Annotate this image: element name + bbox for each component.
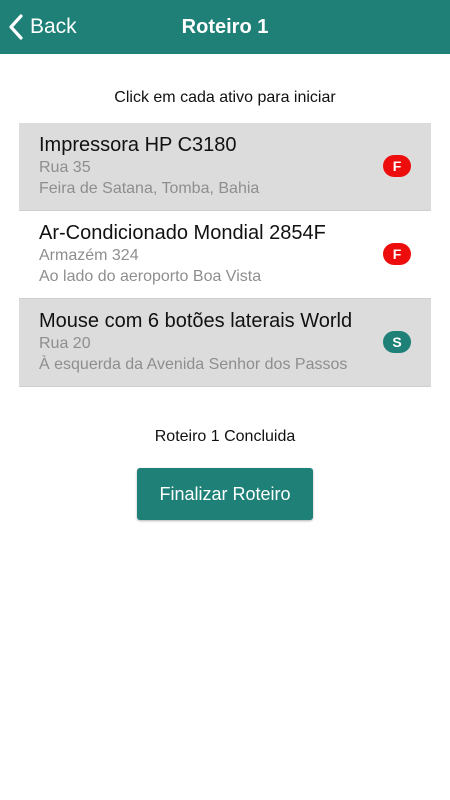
finish-route-button[interactable]: Finalizar Roteiro [137,468,313,520]
asset-location: Rua 35 [39,159,91,176]
instruction-text: Click em cada ativo para iniciar [114,89,336,106]
status-badge: F [383,243,411,265]
asset-name: Mouse com 6 botões laterais World [39,310,353,332]
nav-bar: Back Roteiro 1 [0,0,450,54]
asset-location: Armazém 324 [39,247,139,264]
asset-name: Impressora HP C3180 [39,134,237,156]
status-badge: F [383,155,411,177]
list-item[interactable]: Impressora HP C3180 Rua 35 Feira de Sata… [19,123,431,211]
route-status-text: Roteiro 1 Concluida [154,428,296,445]
asset-detail: À esquerda da Avenida Senhor dos Passos [39,356,348,373]
asset-location: Rua 20 [39,335,91,352]
list-item[interactable]: Mouse com 6 botões laterais World Rua 20… [19,299,431,387]
asset-list: Impressora HP C3180 Rua 35 Feira de Sata… [19,123,431,387]
asset-detail: Ao lado do aeroporto Boa Vista [39,268,262,285]
asset-detail: Feira de Satana, Tomba, Bahia [39,180,260,197]
status-badge: S [383,331,411,353]
asset-name: Ar-Condicionado Mondial 2854F [39,222,326,244]
page-title: Roteiro 1 [181,15,269,38]
list-item[interactable]: Ar-Condicionado Mondial 2854F Armazém 32… [19,211,431,299]
